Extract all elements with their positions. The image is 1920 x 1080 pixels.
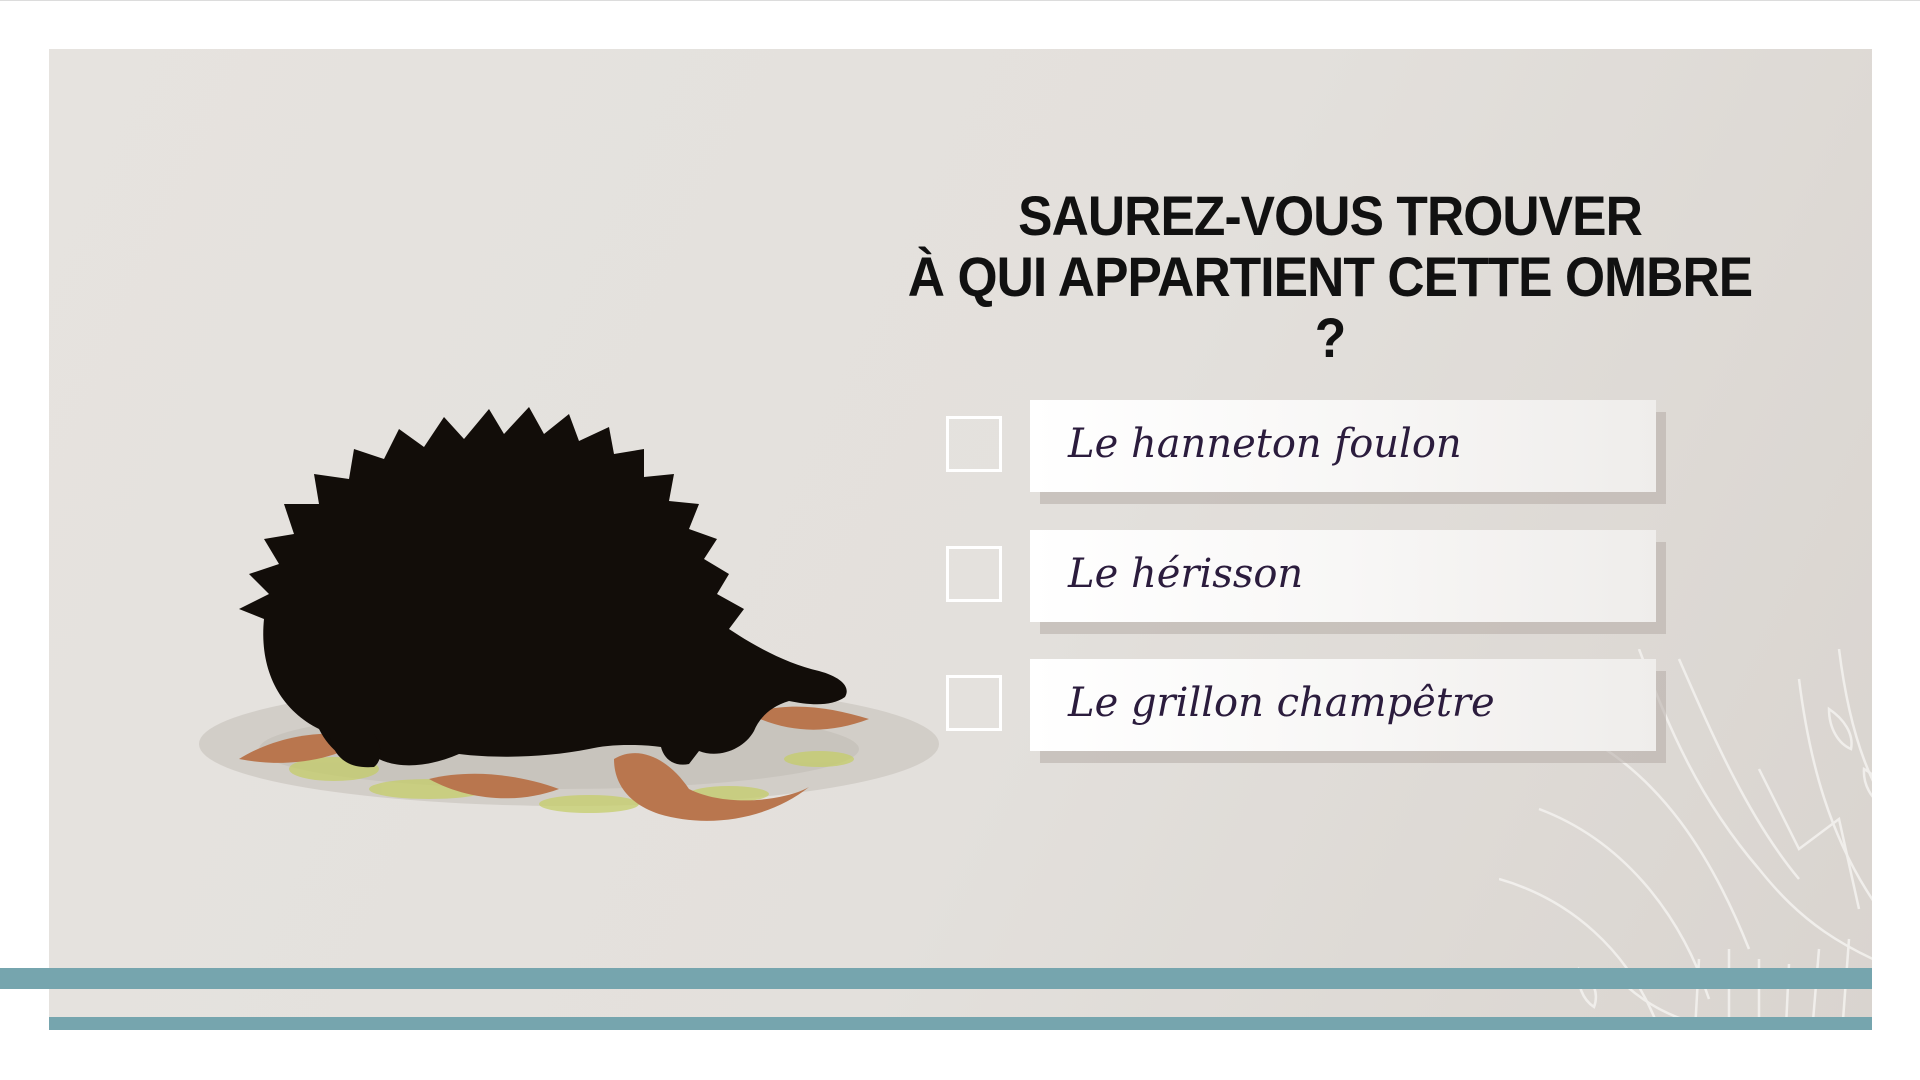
hedgehog-silhouette-icon	[199, 407, 939, 821]
answer-option-1[interactable]: Le hanneton foulon	[944, 400, 1664, 500]
answer-label-box-1[interactable]: Le hanneton foulon	[1030, 400, 1656, 492]
quiz-page: SAUREZ-VOUS TROUVER À QUI APPARTIENT CET…	[0, 0, 1920, 1080]
bottom-accent-bar	[0, 968, 1872, 989]
question-line-2: À QUI APPARTIENT CETTE OMBRE ?	[907, 245, 1753, 369]
answer-option-3[interactable]: Le grillon champêtre	[944, 659, 1664, 759]
answer-label-box-2[interactable]: Le hérisson	[1030, 530, 1656, 622]
answer-checkbox-1[interactable]	[946, 416, 1002, 472]
answer-label-3: Le grillon champêtre	[1068, 680, 1495, 726]
hedgehog-body	[239, 407, 847, 768]
accent-bar	[49, 1017, 1872, 1030]
answer-label-1: Le hanneton foulon	[1068, 421, 1462, 467]
question-title: SAUREZ-VOUS TROUVER À QUI APPARTIENT CET…	[888, 185, 1771, 368]
answer-label-box-3[interactable]: Le grillon champêtre	[1030, 659, 1656, 751]
answer-checkbox-2[interactable]	[946, 546, 1002, 602]
answer-checkbox-3[interactable]	[946, 675, 1002, 731]
answer-label-2: Le hérisson	[1068, 551, 1304, 597]
top-border	[0, 0, 1920, 1]
answer-option-2[interactable]: Le hérisson	[944, 530, 1664, 630]
question-line-1: SAUREZ-VOUS TROUVER	[1018, 184, 1643, 247]
